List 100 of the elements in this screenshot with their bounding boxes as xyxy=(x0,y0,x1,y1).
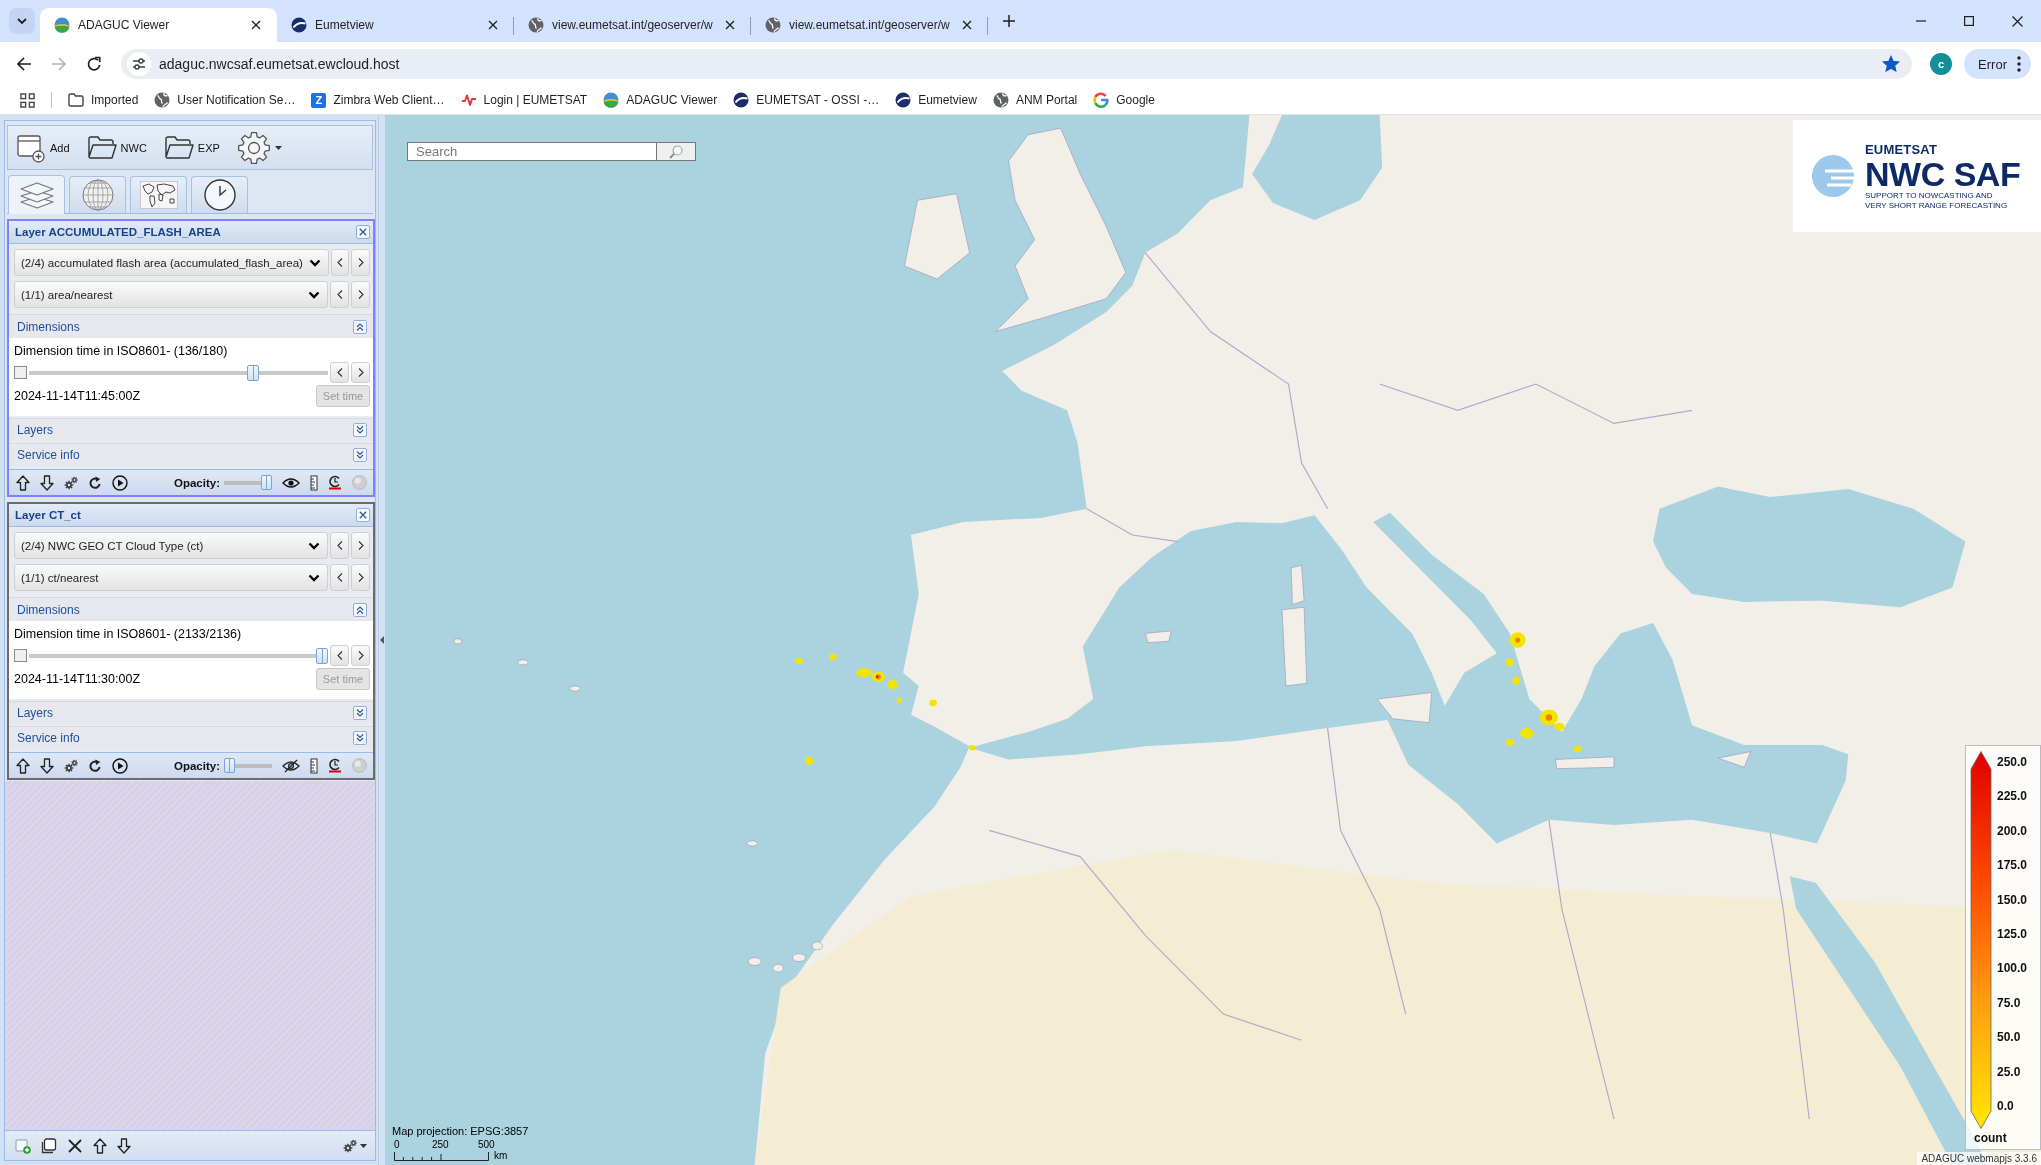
gears-icon[interactable] xyxy=(343,1138,357,1153)
layer-title: Layer ACCUMULATED_FLASH_AREA xyxy=(15,226,221,238)
logo-org-text: EUMETSAT xyxy=(1865,141,1939,157)
next-button[interactable] xyxy=(351,532,370,559)
double-chevron-down-icon xyxy=(356,709,364,717)
double-chevron-down-icon xyxy=(356,426,364,434)
globe-icon xyxy=(992,92,1009,108)
next-button[interactable] xyxy=(351,645,370,666)
chevron-right-icon xyxy=(357,290,364,299)
down-arrow-icon[interactable] xyxy=(40,474,54,491)
double-chevron-down-icon xyxy=(356,451,364,459)
site-info-button[interactable] xyxy=(127,52,151,76)
tab-list-button[interactable] xyxy=(9,8,35,34)
profile-avatar[interactable]: c xyxy=(1930,53,1953,75)
logo-title: NWC SAF xyxy=(1865,156,2021,191)
browser-tab[interactable]: ADAGUC Viewer xyxy=(40,8,277,42)
chevron-down-icon xyxy=(308,258,321,267)
error-menu-button[interactable]: Error xyxy=(1964,49,2031,79)
close-icon xyxy=(2011,15,2023,27)
ruler-icon[interactable] xyxy=(310,757,318,774)
down-arrow-icon[interactable] xyxy=(40,757,54,774)
eye-off-icon[interactable] xyxy=(282,758,300,773)
expand-button[interactable] xyxy=(353,448,367,462)
panel-tab[interactable] xyxy=(191,176,248,213)
folder-button[interactable]: EXP xyxy=(163,134,220,161)
more-icon xyxy=(2017,56,2021,72)
apps-grid-icon xyxy=(19,92,35,108)
bookmark-item[interactable]: Google xyxy=(1085,87,1163,113)
eye-icon[interactable] xyxy=(282,476,300,489)
up-arrow-icon[interactable] xyxy=(16,757,30,774)
settings-menu-button[interactable] xyxy=(343,1138,367,1153)
legend-tick-label: 150.0 xyxy=(1997,892,2029,907)
expand-button[interactable] xyxy=(353,706,367,720)
globe-icon xyxy=(528,17,544,33)
reload-icon[interactable] xyxy=(88,475,102,490)
double-chevron-up-icon xyxy=(356,605,364,614)
collapse-arrow-icon[interactable] xyxy=(380,636,384,644)
reload-icon[interactable] xyxy=(86,56,102,72)
settings-button[interactable] xyxy=(236,130,282,165)
add-button[interactable]: Add xyxy=(16,132,70,163)
dimension-label: Dimension time in ISO8601- (2133/2136) xyxy=(14,627,243,641)
bookmark-item[interactable]: ANM Portal xyxy=(984,87,1086,113)
reload-icon[interactable] xyxy=(88,758,102,773)
dropdown[interactable]: (2/4) accumulated flash area (accumulated_flash_area) xyxy=(14,249,329,276)
dropdown[interactable]: (1/1) area/nearest xyxy=(14,281,328,308)
search-field[interactable]: Search xyxy=(407,142,657,161)
previous-button[interactable] xyxy=(330,645,349,666)
search-button[interactable] xyxy=(657,142,696,161)
chevron-right-icon xyxy=(357,573,364,582)
bookmark-item[interactable]: Z Zimbra Web Client… xyxy=(303,87,453,113)
up-arrow-icon[interactable] xyxy=(93,1137,107,1154)
collapse-button[interactable] xyxy=(353,602,367,617)
panel-tab[interactable] xyxy=(130,176,187,213)
previous-button[interactable] xyxy=(330,362,349,383)
dropdown[interactable]: (1/1) ct/nearest xyxy=(14,564,328,591)
expand-button[interactable] xyxy=(353,423,367,437)
down-arrow-icon[interactable] xyxy=(117,1137,131,1154)
collapse-button[interactable] xyxy=(353,319,367,334)
url-field[interactable]: adaguc.nwcsaf.eumetsat.ewcloud.host xyxy=(159,54,1875,74)
previous-button[interactable] xyxy=(330,281,349,308)
star-icon[interactable] xyxy=(1882,55,1901,73)
next-button[interactable] xyxy=(351,362,370,383)
play-icon[interactable] xyxy=(112,757,128,774)
expand-button[interactable] xyxy=(353,731,367,745)
previous-button[interactable] xyxy=(330,249,350,276)
chevron-right-icon xyxy=(357,651,364,660)
legend-icon[interactable] xyxy=(328,475,342,490)
back-arrow-icon[interactable] xyxy=(16,56,32,72)
ruler-icon[interactable] xyxy=(310,474,318,491)
play-icon[interactable] xyxy=(112,474,128,491)
next-button[interactable] xyxy=(351,281,370,308)
up-arrow-icon[interactable] xyxy=(16,474,30,491)
bookmark-item[interactable]: EUMETSAT - OSSI -… xyxy=(725,87,888,113)
gears-icon[interactable] xyxy=(64,758,78,773)
bookmark-item[interactable]: Imported xyxy=(60,87,147,113)
bookmark-item[interactable]: Eumetview xyxy=(887,87,985,113)
previous-button[interactable] xyxy=(330,564,349,591)
next-button[interactable] xyxy=(351,249,370,276)
close-button[interactable] xyxy=(356,508,370,522)
copy-icon[interactable] xyxy=(41,1137,57,1154)
delete-icon[interactable] xyxy=(67,1137,83,1154)
cloud-logo-icon xyxy=(1811,154,1857,198)
previous-button[interactable] xyxy=(330,532,349,559)
bookmark-item[interactable]: User Notification Se… xyxy=(146,87,304,113)
slider-thumb[interactable] xyxy=(224,758,235,773)
close-icon xyxy=(488,20,498,30)
bookmark-item[interactable]: Login | EUMETSAT xyxy=(452,87,596,113)
address-bar[interactable]: adaguc.nwcsaf.eumetsat.ewcloud.host xyxy=(121,49,1913,79)
dropdown[interactable]: (2/4) NWC GEO CT Cloud Type (ct) xyxy=(14,532,328,559)
legend-tick-label: 225.0 xyxy=(1997,789,2029,804)
folder-button[interactable]: NWC xyxy=(86,134,147,161)
bookmark-item[interactable]: ADAGUC Viewer xyxy=(595,87,726,113)
caret-icon xyxy=(360,1143,367,1148)
close-button[interactable] xyxy=(356,225,370,239)
slider-thumb[interactable] xyxy=(261,475,272,490)
gears-icon[interactable] xyxy=(64,475,78,490)
next-button[interactable] xyxy=(351,564,370,591)
legend-icon[interactable] xyxy=(328,758,342,773)
wireframe-globe-icon xyxy=(80,178,115,212)
add-layer-icon[interactable] xyxy=(15,1137,31,1154)
